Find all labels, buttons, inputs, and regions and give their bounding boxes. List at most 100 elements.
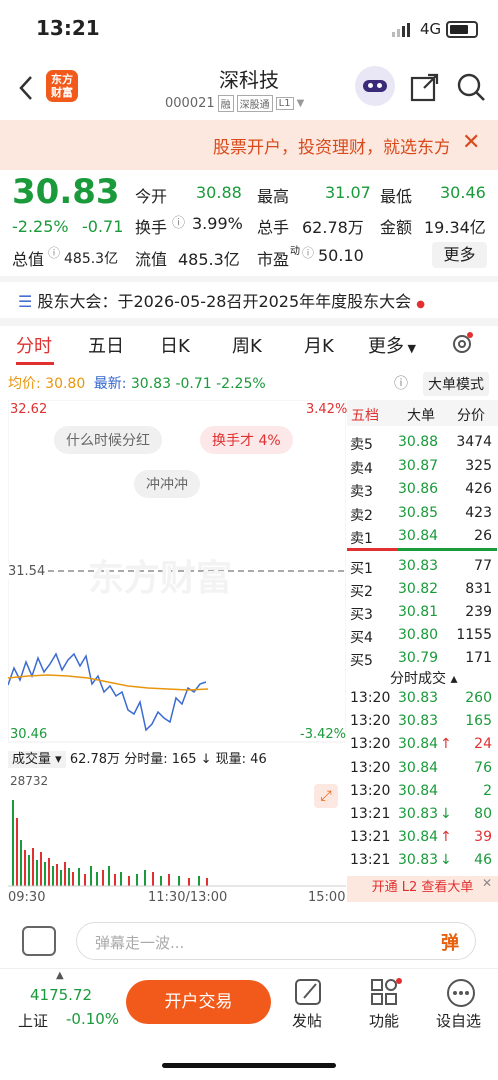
level-label: 买5 (350, 653, 373, 669)
buy-sell-bar (397, 548, 497, 551)
prev-close-label: 31.54 (8, 564, 46, 579)
watchlist-label[interactable]: 设自选 (436, 1010, 481, 1031)
status-time: 13:21 (36, 16, 100, 40)
level-volume: 239 (465, 604, 492, 620)
tab-big-order[interactable]: 大单 (407, 405, 435, 425)
level-label: 买4 (350, 630, 373, 646)
trade-volume: 165 (465, 713, 492, 730)
volume-total: 62.78万 (69, 752, 121, 767)
big-order-mode-button[interactable]: 大单模式 (423, 372, 489, 396)
tab-intraday[interactable]: 分时 (16, 332, 52, 358)
shareholder-notice[interactable]: ☰ 股东大会：于2026-05-28召开2025年年度股东大会 ● (18, 288, 425, 312)
trade-time: 13:21 (350, 806, 391, 822)
info-icon[interactable]: ⓘ (172, 212, 185, 231)
turnover-value: 3.99% (192, 214, 243, 233)
settings-icon[interactable] (450, 332, 474, 356)
dropdown-icon[interactable]: ▼ (297, 98, 305, 109)
trades-title[interactable]: 分时成交 ▴ (390, 668, 457, 688)
trade-price: 30.84 (398, 829, 439, 846)
time-mid: 11:30/13:00 (148, 890, 228, 905)
pe-sup: 动 (290, 246, 300, 257)
post-icon[interactable] (294, 978, 324, 1008)
danmu-bubble[interactable]: 换手才 4% (200, 426, 293, 454)
volume-max: 28732 (10, 774, 49, 788)
level-price: 30.84 (398, 528, 439, 544)
search-icon[interactable] (456, 72, 486, 102)
price-line (8, 652, 207, 732)
trade-price: 30.83 (398, 713, 439, 730)
tab-daily-k[interactable]: 日K (160, 332, 190, 358)
danmu-list-icon[interactable] (22, 926, 56, 956)
trade-price: 30.84 (398, 782, 439, 799)
promo-banner[interactable]: 股票开户，投资理财，就选东方财富 ✕ (0, 120, 498, 170)
level-label: 卖1 (350, 531, 373, 547)
function-label[interactable]: 功能 (369, 1010, 399, 1031)
trade-volume: 80 (474, 806, 492, 822)
post-label[interactable]: 发帖 (292, 1010, 322, 1031)
close-icon[interactable]: ✕ (482, 876, 492, 890)
turnover-label: 换手 (135, 218, 168, 237)
divider (0, 318, 498, 326)
level-label: 卖3 (350, 484, 373, 500)
time-start: 09:30 (8, 890, 46, 905)
tab-more[interactable]: 更多 ▼ (368, 332, 416, 358)
trade-direction-icon: ↓ (440, 806, 452, 822)
expand-icon[interactable]: ⤢ (314, 784, 338, 808)
trade-price: 30.83 (398, 806, 439, 822)
high-label: 最高 (257, 187, 290, 206)
volume-label: 总手 (257, 218, 290, 237)
low-label: 最低 (380, 187, 413, 206)
trade-direction-icon: ↑ (440, 829, 452, 846)
close-icon[interactable]: ✕ (462, 130, 480, 155)
trade-time: 13:20 (350, 713, 391, 730)
last-price: 30.83 (12, 172, 120, 212)
trade-direction-icon: ↓ (440, 852, 452, 869)
index-pct[interactable]: -0.10% (66, 1010, 119, 1028)
open-l2-button[interactable]: 开通 L2 查看大单 (347, 876, 498, 902)
robot-assistant-icon[interactable] (355, 66, 395, 106)
volume-bars (12, 800, 208, 886)
level-price: 30.79 (398, 650, 439, 666)
tab-monthly-k[interactable]: 月K (304, 332, 334, 358)
tab-five-day[interactable]: 五日 (88, 332, 124, 358)
volume-info: 成交量 ▾ 62.78万 分时量: 165 ↓ 现量: 46 (8, 748, 267, 768)
avg-label: 均价: (8, 376, 41, 392)
level-label: 卖4 (350, 460, 373, 477)
index-name[interactable]: 上证 (18, 1010, 48, 1031)
trade-volume: 76 (474, 759, 492, 776)
danmu-toggle-icon[interactable]: 弹 (441, 929, 459, 955)
danmu-bubble[interactable]: 冲冲冲 (134, 470, 200, 498)
stock-code: 000021 (165, 96, 215, 111)
trade-price: 30.83 (398, 852, 439, 869)
open-trade-button[interactable]: 开户交易 (126, 980, 271, 1024)
trade-volume: 260 (465, 690, 492, 706)
open-value: 30.88 (196, 183, 242, 202)
low-value: 30.46 (440, 183, 486, 202)
volume-selector[interactable]: 成交量 ▾ (8, 751, 66, 768)
share-icon[interactable] (410, 72, 440, 102)
danmu-input[interactable]: 弹幕走一波... 弹 (76, 922, 476, 960)
trade-time: 13:20 (350, 782, 391, 799)
amount-label: 金额 (380, 218, 413, 237)
open-label: 今开 (135, 187, 168, 206)
more-dots-icon[interactable] (446, 978, 476, 1008)
level-label: 买2 (350, 584, 373, 600)
function-icon[interactable] (370, 978, 402, 1008)
info-icon[interactable]: ⓘ (48, 244, 60, 261)
more-button[interactable]: 更多 (432, 242, 487, 268)
danmu-bubble[interactable]: 什么时候分红 (54, 426, 162, 454)
tab-five-level[interactable]: 五档 (351, 405, 379, 425)
level-volume: 26 (474, 528, 492, 544)
float-value: 485.3亿 (178, 250, 240, 269)
info-icon[interactable]: ⓘ (302, 244, 314, 261)
level-price: 30.85 (398, 504, 439, 521)
pct-axis-high: 3.42% (306, 402, 348, 417)
tab-weekly-k[interactable]: 周K (232, 332, 262, 358)
active-tab-indicator (16, 362, 54, 365)
help-icon[interactable]: ⓘ (394, 373, 408, 393)
tab-price-dist[interactable]: 分价 (457, 405, 485, 425)
latest-value: 30.83 (130, 376, 171, 392)
notice-text: 于2026-05-28召开2025年年度股东大会 (117, 292, 412, 311)
chart-tabs: 分时 五日 日K 周K 月K 更多 ▼ (0, 328, 498, 364)
index-value[interactable]: 4175.72 (30, 986, 92, 1004)
